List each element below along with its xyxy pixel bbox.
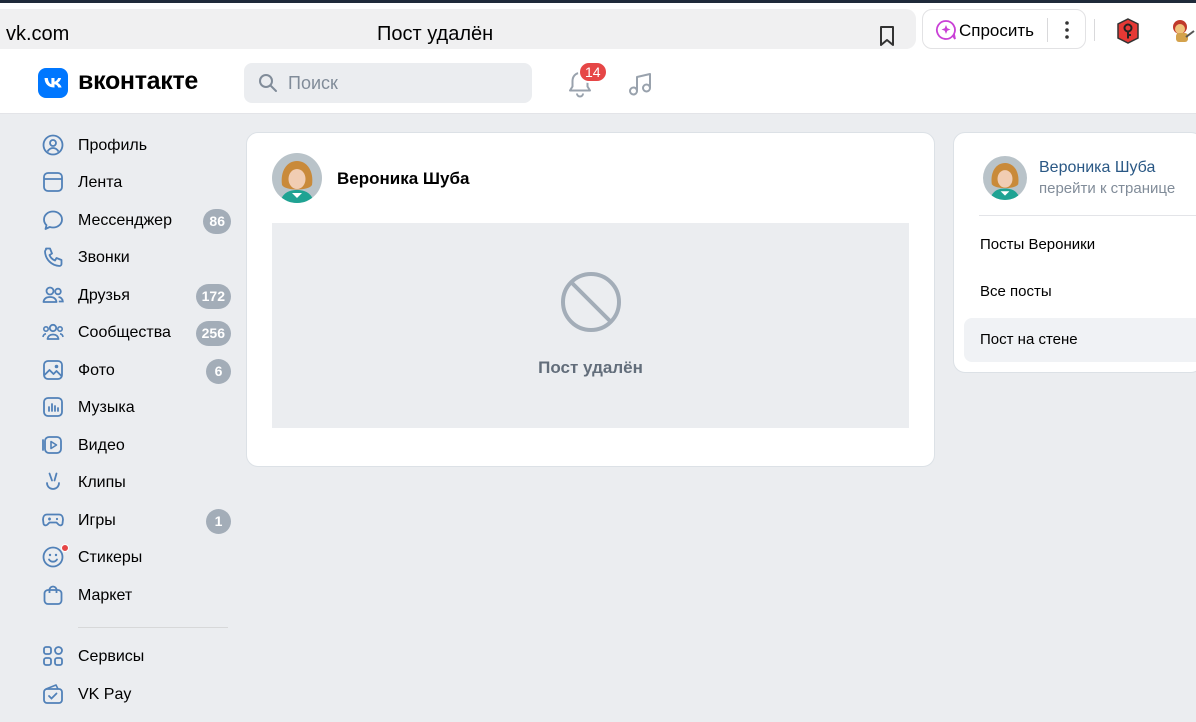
- browser-toolbar: vk.com Пост удалён Спросить: [0, 3, 1196, 54]
- more-vertical-icon[interactable]: [1061, 19, 1073, 41]
- counter-badge: 256: [195, 321, 231, 346]
- menu-item-all-posts[interactable]: Все посты: [964, 270, 1196, 314]
- sidebar-item-label: Музыка: [78, 399, 135, 416]
- music-note-icon[interactable]: [626, 69, 656, 99]
- sidebar-item-label: Мессенджер: [78, 212, 172, 229]
- deleted-post-text: Пост удалён: [538, 358, 643, 377]
- sidebar-item-label: Профиль: [78, 137, 148, 154]
- post-card: Вероника Шуба Пост удалён: [246, 132, 935, 467]
- music-icon: [43, 397, 63, 417]
- notifications-badge: 14: [578, 61, 608, 83]
- search-icon: [259, 74, 277, 92]
- sidebar-item-friends[interactable]: Друзья 172: [38, 279, 234, 313]
- clips-icon: [46, 472, 60, 490]
- sidebar-item-games[interactable]: Игры 1: [38, 504, 234, 538]
- sidebar-item-label: Стикеры: [78, 549, 143, 566]
- counter-badge: 1: [206, 509, 231, 534]
- menu-item-wall-post[interactable]: Пост на стене: [964, 318, 1196, 362]
- menu-item-label: Посты Вероники: [980, 236, 1096, 253]
- services-icon: [43, 646, 63, 666]
- sidebar-item-label: Маркет: [78, 587, 133, 604]
- sidebar-item-label: Видео: [78, 437, 125, 454]
- sidebar-item-label: Игры: [78, 512, 116, 529]
- menu-item-label: Все посты: [980, 283, 1052, 300]
- feed-icon: [43, 172, 63, 192]
- search-box[interactable]: [244, 63, 532, 103]
- ask-divider: [1047, 18, 1048, 42]
- friends-icon: [42, 286, 64, 303]
- site-header: вконтакте 14: [0, 54, 1196, 114]
- sidebar-item-label: Сервисы: [78, 648, 145, 665]
- ask-button[interactable]: Спросить: [922, 9, 1086, 49]
- vk-logo-icon[interactable]: [38, 68, 68, 98]
- go-to-page-link[interactable]: перейти к странице: [1039, 180, 1175, 197]
- page-title: Пост удалён: [377, 23, 494, 45]
- author-avatar[interactable]: [272, 153, 322, 203]
- search-input[interactable]: [288, 63, 518, 103]
- sidebar-item-label: Сообщества: [78, 324, 171, 341]
- profile-icon: [42, 134, 64, 156]
- messenger-icon: [43, 210, 63, 230]
- ai-sparkle-icon: [935, 20, 956, 40]
- sidebar-item-feed[interactable]: Лента: [38, 166, 234, 200]
- forbidden-icon: [561, 272, 621, 332]
- sidebar-item-calls[interactable]: Звонки: [38, 241, 234, 275]
- video-icon: [42, 436, 62, 454]
- games-icon: [42, 513, 64, 527]
- right-panel-divider: [979, 215, 1196, 216]
- ask-label: Спросить: [959, 21, 1035, 40]
- sidebar-item-label: Друзья: [78, 287, 130, 304]
- sidebar-item-vkpay[interactable]: VK Pay: [38, 678, 234, 712]
- sidebar-divider: [78, 627, 228, 628]
- sidebar-item-label: Клипы: [78, 474, 126, 491]
- sidebar-item-label: Звонки: [78, 249, 130, 266]
- bookmark-icon[interactable]: [876, 24, 898, 48]
- counter-badge: 6: [206, 359, 231, 384]
- sidebar-item-label: Фото: [78, 362, 115, 379]
- sidebar-item-label: VK Pay: [78, 686, 132, 703]
- profile-name-link[interactable]: Вероника Шуба: [1039, 159, 1155, 177]
- post-author-name[interactable]: Вероника Шуба: [337, 169, 469, 189]
- sidebar-item-market[interactable]: Маркет: [38, 579, 234, 613]
- menu-item-label: Пост на стене: [980, 331, 1078, 348]
- sidebar-item-video[interactable]: Видео: [38, 429, 234, 463]
- right-panel: Вероника Шуба перейти к странице Посты В…: [953, 132, 1196, 373]
- sidebar-item-profile[interactable]: Профиль: [38, 129, 234, 163]
- menu-item-author-posts[interactable]: Посты Вероники: [964, 223, 1196, 267]
- sidebar-item-music[interactable]: Музыка: [38, 391, 234, 425]
- profile-avatar[interactable]: [983, 156, 1027, 200]
- sidebar-item-clips[interactable]: Клипы: [38, 466, 234, 500]
- deleted-post-placeholder: Пост удалён: [272, 223, 909, 428]
- extensions-divider: [1094, 19, 1095, 41]
- sidebar-item-services[interactable]: Сервисы: [38, 640, 234, 674]
- communities-icon: [42, 323, 64, 340]
- address-bar[interactable]: vk.com Пост удалён: [0, 9, 916, 49]
- mascot-extension-icon[interactable]: [1168, 17, 1196, 45]
- vk-logo-text[interactable]: вконтакте: [78, 67, 198, 96]
- new-indicator-dot: [61, 544, 69, 552]
- sidebar-item-label: Лента: [78, 174, 123, 191]
- url-text[interactable]: vk.com: [6, 23, 69, 46]
- sidebar-item-photo[interactable]: Фото 6: [38, 354, 234, 388]
- market-icon: [43, 585, 63, 605]
- key-extension-icon[interactable]: [1114, 17, 1142, 45]
- vkpay-icon: [43, 684, 63, 704]
- counter-badge: 172: [195, 284, 231, 309]
- photo-icon: [43, 360, 63, 380]
- counter-badge: 86: [203, 209, 231, 234]
- sidebar-item-messenger[interactable]: Мессенджер 86: [38, 204, 234, 238]
- sidebar-item-communities[interactable]: Сообщества 256: [38, 316, 234, 350]
- phone-icon: [44, 247, 63, 267]
